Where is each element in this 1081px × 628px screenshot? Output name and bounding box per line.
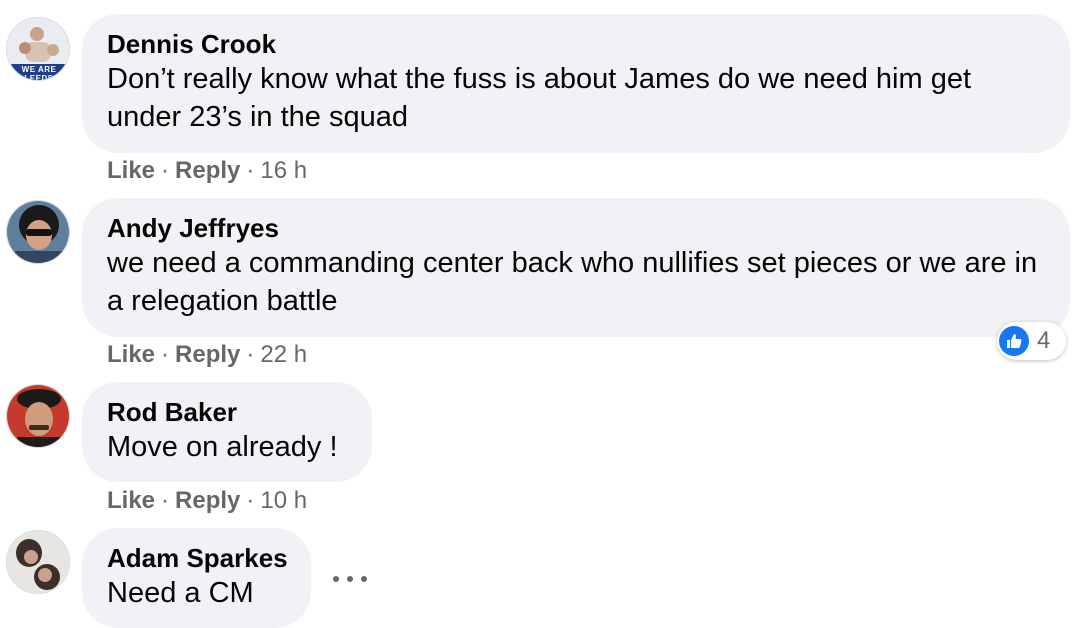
like-icon (999, 326, 1029, 356)
reply-button[interactable]: Reply (175, 157, 240, 184)
separator: · (246, 487, 255, 514)
dot (347, 576, 353, 582)
comment-bubble: Adam Sparkes Need a CM (82, 528, 311, 628)
separator: · (246, 341, 255, 368)
avatar-photo (7, 201, 69, 263)
comment-author[interactable]: Rod Baker (107, 396, 346, 428)
avatar-photo (7, 385, 69, 447)
reaction-count: 4 (1037, 327, 1051, 354)
dot (333, 576, 339, 582)
dot (361, 576, 367, 582)
comment-text: Don’t really know what the fuss is about… (107, 63, 972, 133)
separator: · (246, 157, 255, 184)
reply-button[interactable]: Reply (175, 487, 240, 514)
comment-bubble: Andy Jeffryes we need a commanding cente… (82, 198, 1070, 337)
avatar-caption: WE ARE LEEDS (21, 65, 57, 81)
timestamp[interactable]: 22 h (260, 341, 307, 368)
timestamp[interactable]: 10 h (260, 487, 307, 514)
comment-actions: Like · Reply · 22 h (107, 340, 307, 370)
like-button[interactable]: Like (107, 487, 155, 514)
comment-text: Move on already ! (107, 431, 338, 463)
avatar[interactable] (6, 384, 70, 448)
comment-bubble: Rod Baker Move on already ! (82, 382, 372, 482)
reply-button[interactable]: Reply (175, 341, 240, 368)
comment-actions: Like · Reply · 10 h (107, 486, 307, 516)
comment-author[interactable]: Adam Sparkes (107, 542, 288, 574)
comment-actions: Like · Reply · 16 h (107, 156, 307, 186)
comment-text: we need a commanding center back who nul… (107, 247, 1038, 317)
timestamp[interactable]: 16 h (260, 157, 307, 184)
reaction-summary[interactable]: 4 (997, 322, 1066, 360)
comment-text: Need a CM (107, 577, 254, 609)
avatar-photo (7, 531, 69, 593)
separator: · (161, 487, 170, 514)
separator: · (161, 157, 170, 184)
like-button[interactable]: Like (107, 157, 155, 184)
more-options-icon[interactable] (333, 567, 367, 591)
like-button[interactable]: Like (107, 341, 155, 368)
comment-author[interactable]: Andy Jeffryes (107, 212, 1044, 244)
separator: · (161, 341, 170, 368)
avatar[interactable] (6, 530, 70, 594)
avatar[interactable] (6, 200, 70, 264)
comment-author[interactable]: Dennis Crook (107, 28, 1044, 60)
avatar[interactable]: WE ARE LEEDS (6, 17, 70, 81)
comment-bubble: Dennis Crook Don’t really know what the … (82, 14, 1070, 153)
